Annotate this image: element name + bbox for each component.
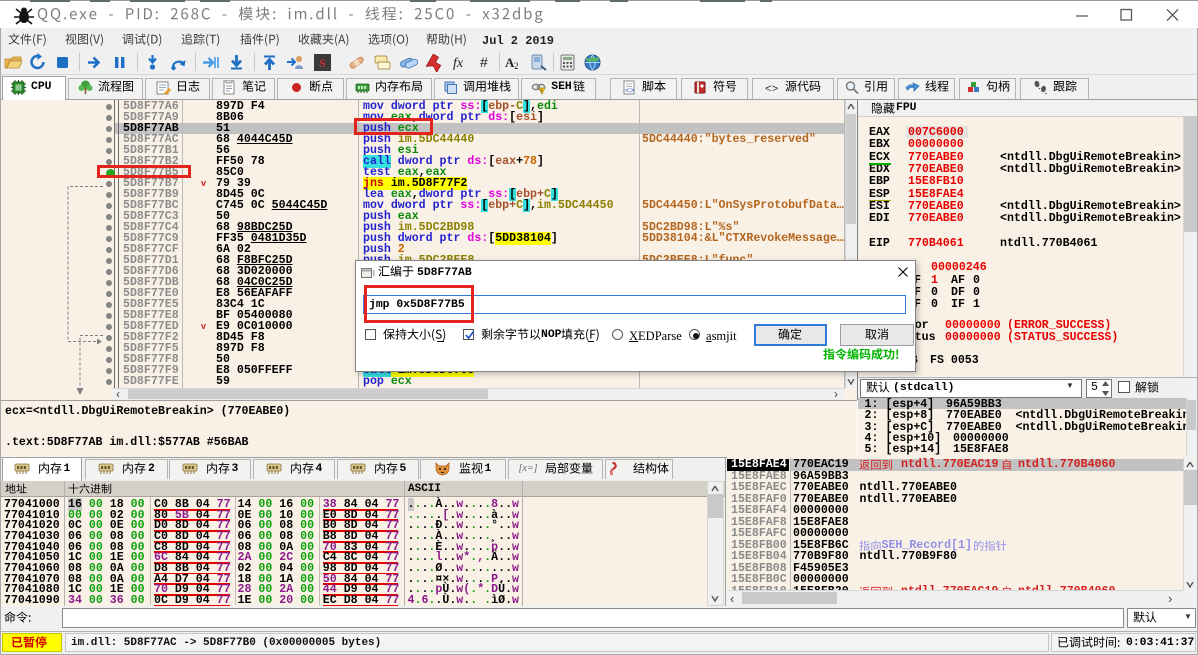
svg-text:S: S <box>319 56 326 70</box>
svg-text:fx: fx <box>453 56 464 71</box>
svg-text:#: # <box>480 54 488 70</box>
svg-text:<>: <> <box>765 84 778 95</box>
svg-text:<>: <> <box>625 87 635 95</box>
svg-text:!: ! <box>541 89 542 95</box>
svg-text:2: 2 <box>514 61 519 71</box>
